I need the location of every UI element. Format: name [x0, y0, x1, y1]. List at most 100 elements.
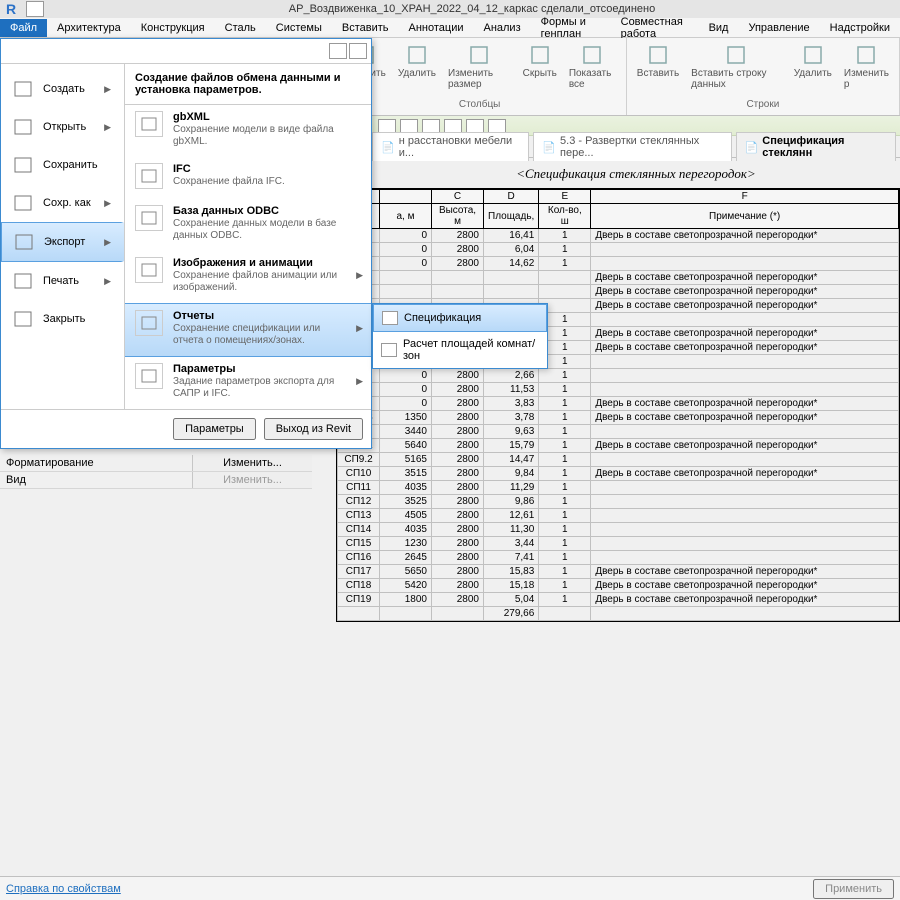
- export-odbc[interactable]: База данных ODBCСохранение данных модели…: [125, 199, 371, 251]
- ribbon-group-columns-label: Столбцы: [337, 99, 621, 113]
- ob-icon-5[interactable]: [466, 119, 484, 133]
- table-row[interactable]: 0280016,411Дверь в составе светопрозрачн…: [338, 229, 899, 243]
- menu-конструкция[interactable]: Конструкция: [131, 19, 215, 37]
- menu-архитектура[interactable]: Архитектура: [47, 19, 131, 37]
- table-row[interactable]: СП10351528009,841Дверь в составе светопр…: [338, 467, 899, 481]
- table-row[interactable]: СП7.8135028003,781Дверь в составе светоп…: [338, 411, 899, 425]
- tab-icon: 📄: [381, 141, 395, 154]
- ob-icon-2[interactable]: [400, 119, 418, 133]
- table-row[interactable]: СП15123028003,441: [338, 537, 899, 551]
- table-row[interactable]: СП185420280015,181Дверь в составе светоп…: [338, 579, 899, 593]
- table-row[interactable]: 0280011,531: [338, 383, 899, 397]
- recent-doc-icon[interactable]: [329, 43, 347, 59]
- view-tab-2[interactable]: 📄5.3 - Развертки стеклянных пере...: [533, 132, 731, 161]
- export-reports[interactable]: ОтчетыСохранение спецификации или отчета…: [125, 303, 371, 357]
- table-row[interactable]: 028003,831Дверь в составе светопрозрачно…: [338, 397, 899, 411]
- table-row[interactable]: СП9.25165280014,471: [338, 453, 899, 467]
- imganim-icon: [135, 257, 163, 283]
- menu-сталь[interactable]: Сталь: [215, 19, 266, 37]
- export-icon: [12, 231, 36, 253]
- table-row[interactable]: СП144035280011,301: [338, 523, 899, 537]
- menu-вставить[interactable]: Вставить: [332, 19, 399, 37]
- open-icon: [11, 116, 35, 138]
- recent-folder-icon[interactable]: [349, 43, 367, 59]
- ribbon-btn-скрыть[interactable]: Скрыть: [517, 40, 563, 81]
- ribbon-btn-изменить-размер[interactable]: Изменить размер: [442, 40, 517, 92]
- table-row[interactable]: СП114035280011,291: [338, 481, 899, 495]
- menu-файл[interactable]: Файл: [0, 19, 47, 37]
- menu-bar: ФайлАрхитектураКонструкцияСтальСистемыВс…: [0, 18, 900, 38]
- ribbon-icon: [644, 42, 672, 68]
- file-save[interactable]: Сохранить: [1, 146, 124, 184]
- ribbon-btn-вставить-строку-данных[interactable]: Вставить строку данных: [685, 40, 788, 92]
- file-close[interactable]: Закрыть: [1, 300, 124, 338]
- table-row[interactable]: 028002,661: [338, 369, 899, 383]
- file-print[interactable]: Печать▶: [1, 262, 124, 300]
- ribbon-group-columns: ВставитьУдалитьИзменить размерСкрытьПока…: [333, 38, 626, 115]
- file-menu-right: Создание файлов обмена данными и установ…: [125, 64, 371, 409]
- export-params[interactable]: ПараметрыЗадание параметров экспорта для…: [125, 357, 371, 409]
- table-row[interactable]: 028006,041: [338, 243, 899, 257]
- schedule-title: <Спецификация стеклянных перегородок>: [372, 158, 900, 188]
- ribbon-btn-вставить[interactable]: Вставить: [631, 40, 685, 81]
- table-row[interactable]: СП19180028005,041Дверь в составе светопр…: [338, 593, 899, 607]
- export-gbxml[interactable]: gbXMLСохранение модели в виде файла gbXM…: [125, 105, 371, 157]
- chevron-right-icon: ▶: [356, 270, 363, 281]
- file-menu-left: Создать▶Открыть▶СохранитьСохр. как▶Экспо…: [1, 64, 125, 409]
- ribbon-icon: [578, 42, 606, 68]
- ob-icon-4[interactable]: [444, 119, 462, 133]
- chevron-right-icon: ▶: [104, 276, 111, 287]
- file-menu: Создать▶Открыть▶СохранитьСохр. как▶Экспо…: [0, 38, 372, 449]
- tab-icon: 📄: [745, 141, 759, 154]
- export-imganim[interactable]: Изображения и анимацииСохранение файлов …: [125, 251, 371, 303]
- ribbon-btn-удалить[interactable]: Удалить: [392, 40, 442, 81]
- table-row[interactable]: 0280014,621: [338, 257, 899, 271]
- view-tab-3[interactable]: 📄Спецификация стеклянн: [736, 132, 896, 161]
- ribbon-btn-удалить[interactable]: Удалить: [788, 40, 838, 81]
- file-saveas[interactable]: Сохр. как▶: [1, 184, 124, 222]
- file-export[interactable]: Экспорт▶: [1, 222, 124, 262]
- table-row[interactable]: СП134505280012,611: [338, 509, 899, 523]
- ob-icon-1[interactable]: [378, 119, 396, 133]
- prop-edit-view: Изменить...: [192, 472, 312, 488]
- table-row[interactable]: СП8344028009,631: [338, 425, 899, 439]
- table-row[interactable]: СП12352528009,861: [338, 495, 899, 509]
- chevron-right-icon: ▶: [356, 376, 363, 387]
- ob-icon-3[interactable]: [422, 119, 440, 133]
- menu-системы[interactable]: Системы: [266, 19, 332, 37]
- file-open[interactable]: Открыть▶: [1, 108, 124, 146]
- view-tab-1[interactable]: 📄н расстановки мебели и...: [372, 132, 529, 161]
- prop-row-view: Вид Изменить...: [0, 472, 312, 489]
- menu-вид[interactable]: Вид: [699, 19, 739, 37]
- menu-аннотации[interactable]: Аннотации: [399, 19, 474, 37]
- create-icon: [11, 78, 35, 100]
- ribbon-btn-показать-все[interactable]: Показать все: [563, 40, 622, 92]
- flyout-расчет-площадей-комнат-зон[interactable]: Расчет площадей комнат/зон: [373, 332, 547, 368]
- table-row[interactable]: Дверь в составе светопрозрачной перегоро…: [338, 285, 899, 299]
- qat-icon[interactable]: [26, 1, 44, 17]
- ob-icon-6[interactable]: [488, 119, 506, 133]
- saveas-icon: [11, 192, 35, 214]
- view-tabs: 📄н расстановки мебели и... 📄5.3 - Развер…: [372, 136, 900, 158]
- apply-button[interactable]: Применить: [813, 879, 894, 899]
- table-row[interactable]: СП9.15640280015,791Дверь в составе свето…: [338, 439, 899, 453]
- flyout-спецификация[interactable]: Спецификация: [373, 304, 547, 332]
- reports-icon: [135, 310, 163, 336]
- tab-icon: 📄: [542, 141, 556, 154]
- print-icon: [11, 270, 35, 292]
- menu-надстройки[interactable]: Надстройки: [820, 19, 900, 37]
- exit-revit-button[interactable]: Выход из Revit: [264, 418, 363, 440]
- menu-управление[interactable]: Управление: [738, 19, 819, 37]
- ribbon-icon: [403, 42, 431, 68]
- export-ifc[interactable]: IFCСохранение файла IFC.: [125, 157, 371, 199]
- ribbon-group-rows: ВставитьВставить строку данныхУдалитьИзм…: [627, 38, 900, 115]
- ribbon-btn-изменить-р[interactable]: Изменить р: [838, 40, 895, 92]
- options-button[interactable]: Параметры: [173, 418, 256, 440]
- prop-edit-format[interactable]: Изменить...: [192, 455, 312, 471]
- table-row[interactable]: СП175650280015,831Дверь в составе светоп…: [338, 565, 899, 579]
- property-help-link[interactable]: Справка по свойствам: [6, 883, 121, 895]
- table-row[interactable]: СП16264528007,411: [338, 551, 899, 565]
- table-row[interactable]: Дверь в составе светопрозрачной перегоро…: [338, 271, 899, 285]
- menu-анализ[interactable]: Анализ: [473, 19, 530, 37]
- file-create[interactable]: Создать▶: [1, 70, 124, 108]
